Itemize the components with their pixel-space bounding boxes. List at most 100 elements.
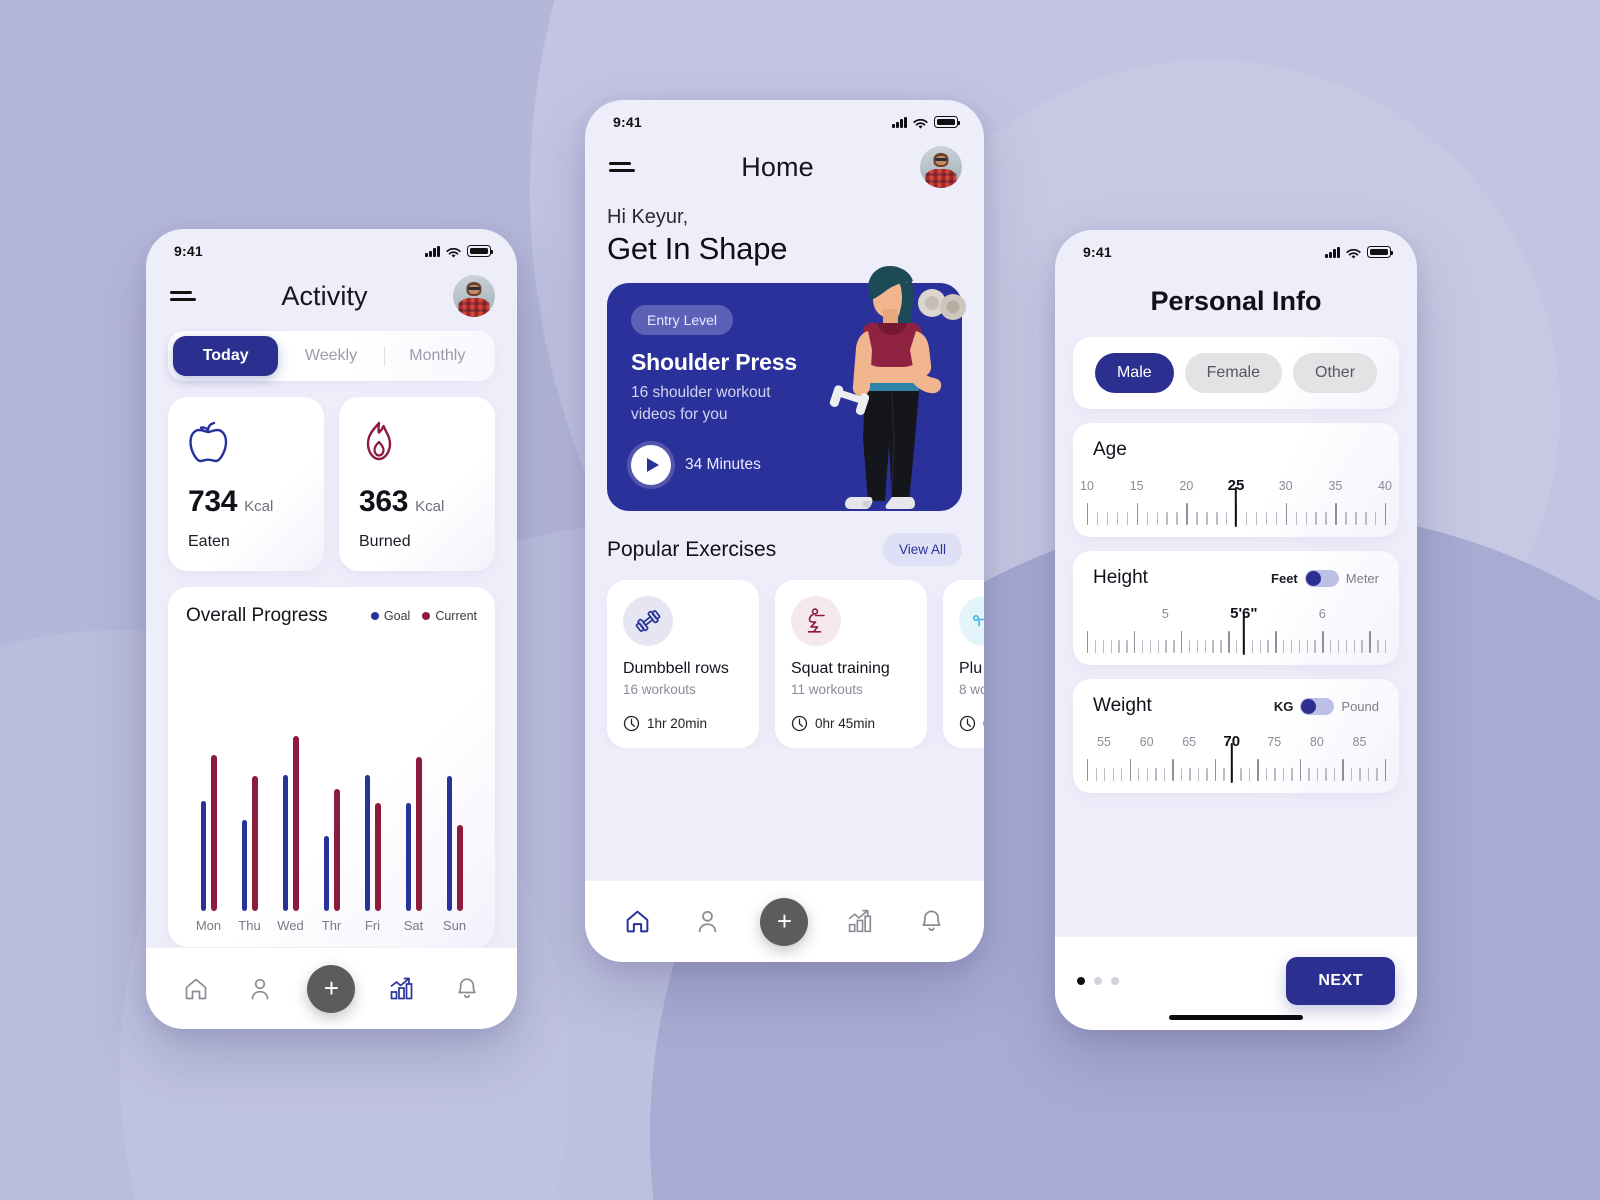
nav-bell-icon[interactable] — [914, 905, 948, 939]
kpi-card-eaten[interactable]: 734 Kcal Eaten — [168, 397, 324, 571]
signal-icon — [892, 116, 907, 128]
ruler-tick-minor — [1359, 768, 1361, 781]
ruler-tick-minor — [1126, 640, 1128, 653]
ruler-tick-minor — [1306, 640, 1308, 653]
height-unit-right: Meter — [1345, 570, 1379, 586]
ruler-tick-minor — [1106, 512, 1109, 525]
ruler-tick-minor — [1337, 640, 1340, 653]
weight-tick-labels: 55 60 65 75 80 85 — [1087, 735, 1385, 753]
view-all-button[interactable]: View All — [882, 533, 962, 566]
battery-icon — [934, 116, 961, 128]
wifi-icon — [446, 246, 461, 258]
tab-weekly[interactable]: Weekly — [278, 336, 383, 376]
nav-person-icon[interactable] — [243, 972, 277, 1006]
chart-bar-goal — [323, 835, 329, 911]
ruler-tick-minor — [1345, 640, 1348, 653]
kpi-card-burned[interactable]: 363 Kcal Burned — [339, 397, 495, 571]
hamburger-icon[interactable] — [170, 291, 196, 301]
chart-bar-current — [211, 755, 217, 911]
nav-person-icon[interactable] — [691, 905, 725, 939]
ruler-tick-minor — [1141, 640, 1144, 653]
age-label: Age — [1093, 439, 1127, 460]
signal-icon — [425, 245, 440, 257]
featured-workout-card[interactable]: Entry Level Shoulder Press 16 shoulder w… — [607, 283, 962, 511]
level-badge: Entry Level — [631, 305, 734, 335]
exercise-card[interactable]: Dumbbell rows 16 workouts 1hr 20min — [607, 580, 759, 748]
ruler-tick-minor — [1155, 768, 1157, 781]
pagination-dot-1[interactable] — [1077, 977, 1085, 985]
next-button[interactable]: NEXT — [1286, 957, 1395, 1005]
chart-bar-current — [293, 736, 299, 911]
nav-home-icon[interactable] — [179, 972, 213, 1006]
greeting-block: Hi Keyur, Get In Shape — [585, 196, 984, 267]
ruler-tick-minor — [1116, 512, 1119, 525]
kpi-label: Burned — [359, 533, 411, 550]
hamburger-icon[interactable] — [609, 162, 635, 172]
weight-unit-switch[interactable] — [1300, 697, 1335, 715]
clock-icon — [623, 715, 640, 732]
ruler-tick-minor — [1102, 640, 1105, 653]
ruler-tick-label: 6 — [1318, 607, 1326, 621]
kpi-row: 734 Kcal Eaten 363 Kcal Burned — [168, 397, 495, 571]
ruler-tick-minor — [1305, 512, 1307, 525]
nav-add-button[interactable]: + — [760, 897, 809, 946]
height-unit-switch[interactable] — [1304, 569, 1339, 587]
age-ruler[interactable]: 25 10 15 20 30 35 40 — [1080, 477, 1392, 527]
weight-unit-toggle[interactable]: KG Pound — [1274, 697, 1379, 715]
gender-option-other[interactable]: Other — [1293, 353, 1378, 393]
exercise-name: Dumbbell rows — [623, 660, 729, 677]
pagination-dot-3[interactable] — [1111, 977, 1119, 985]
weight-unit-right: Pound — [1341, 698, 1379, 714]
chart-bar-goal — [446, 776, 452, 911]
ruler-tick-minor — [1298, 640, 1301, 653]
gender-option-female[interactable]: Female — [1184, 353, 1283, 393]
status-bar: 9:41 — [585, 100, 984, 138]
chart-x-label: Mon — [195, 918, 222, 933]
height-label: Height — [1093, 567, 1148, 588]
height-ruler[interactable]: 5'6" 56 — [1087, 605, 1387, 655]
gender-option-male[interactable]: Male — [1094, 353, 1174, 393]
ruler-tick-major — [1342, 759, 1344, 781]
ruler-tick-major — [1335, 503, 1337, 525]
tab-today[interactable]: Today — [173, 336, 279, 376]
exercise-card[interactable]: Squat training 11 workouts 0hr 45min — [775, 580, 927, 748]
ruler-tick-label: 15 — [1129, 479, 1144, 493]
overall-progress-card: Overall Progress Goal Current Mon Thu Wed T… — [168, 587, 495, 947]
tab-monthly[interactable]: Monthly — [385, 336, 490, 376]
exercise-card[interactable]: Plu 8 wo 0 — [943, 580, 984, 748]
ruler-tick-minor — [1259, 640, 1261, 653]
nav-stats-icon[interactable] — [844, 905, 878, 939]
chart-bar-goal — [405, 802, 411, 911]
avatar[interactable] — [453, 275, 495, 317]
chart-bar-current — [252, 776, 258, 911]
chart-bar-current — [375, 802, 381, 911]
nav-stats-icon[interactable] — [386, 972, 420, 1006]
pagination-dot-2[interactable] — [1094, 977, 1102, 985]
ruler-tick-minor — [1314, 640, 1316, 653]
legend-label: Current — [435, 609, 477, 623]
weight-ruler[interactable]: 70 55 60 65 75 80 85 — [1087, 733, 1387, 783]
ruler-tick-minor — [1365, 512, 1367, 525]
page-title: Activity — [281, 280, 368, 311]
greeting-headline: Get In Shape — [607, 231, 788, 266]
ruler-tick-minor — [1236, 640, 1238, 653]
ruler-tick-label: 60 — [1139, 735, 1154, 749]
ruler-tick-minor — [1197, 768, 1200, 781]
exercise-duration-row: 0 — [959, 715, 984, 732]
exercise-carousel[interactable]: Dumbbell rows 16 workouts 1hr 20min Squa… — [585, 566, 984, 748]
chart-bar-group — [323, 736, 340, 911]
height-unit-toggle[interactable]: Feet Meter — [1271, 569, 1379, 587]
avatar[interactable] — [920, 146, 962, 188]
nav-bell-icon[interactable] — [450, 972, 484, 1006]
ruler-tick-major — [1385, 759, 1387, 781]
ruler-tick-major — [1299, 759, 1302, 781]
exercise-name: Squat training — [791, 660, 890, 677]
ruler-tick-minor — [1096, 512, 1099, 525]
nav-home-icon[interactable] — [621, 905, 655, 939]
ruler-tick-major — [1369, 631, 1371, 653]
ruler-tick-minor — [1163, 768, 1166, 781]
ruler-tick-minor — [1166, 512, 1168, 525]
play-icon[interactable] — [631, 444, 671, 485]
nav-add-button[interactable]: + — [307, 964, 356, 1013]
ruler-tick-minor — [1353, 640, 1356, 653]
